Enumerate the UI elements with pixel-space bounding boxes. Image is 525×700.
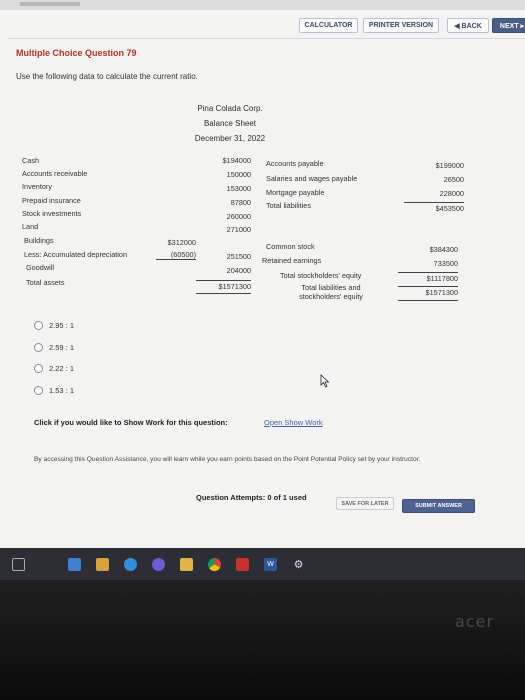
show-work-prompt: Click if you would like to Show Work for… xyxy=(34,418,228,427)
store-icon[interactable] xyxy=(96,558,109,571)
asset-label: Stock investments xyxy=(22,209,82,218)
equity-amount: 733500 xyxy=(433,259,458,268)
asset-amount: 87800 xyxy=(230,198,251,207)
calculator-button[interactable]: CALCULATOR xyxy=(299,18,358,33)
asset-label: Goodwill xyxy=(26,263,54,272)
open-show-work-link[interactable]: Open Show Work xyxy=(264,418,323,427)
equity-label: Common stock xyxy=(266,242,315,251)
assistance-note: By accessing this Question Assistance, y… xyxy=(34,456,421,463)
file-explorer-icon[interactable] xyxy=(68,558,81,571)
back-button[interactable]: ◀ BACK xyxy=(447,18,489,33)
equity-label: Total stockholders' equity xyxy=(280,271,362,280)
radio-button[interactable] xyxy=(34,321,43,330)
start-icon[interactable] xyxy=(12,558,25,571)
divider xyxy=(8,38,525,39)
question-attempts: Question Attempts: 0 of 1 used xyxy=(196,493,307,502)
word-icon[interactable]: W xyxy=(264,558,277,571)
asset-label: Land xyxy=(22,222,39,231)
radio-button[interactable] xyxy=(34,364,43,373)
asset-amount: 251500 xyxy=(226,252,251,261)
edge-icon[interactable] xyxy=(124,558,137,571)
asset-amount: 271000 xyxy=(226,225,251,234)
company-name: Pina Colada Corp. xyxy=(197,104,263,113)
equity-amount: $384300 xyxy=(429,245,458,254)
equity-label: Retained earnings xyxy=(262,256,322,265)
liability-amount: $199000 xyxy=(435,161,464,170)
accumulated-depreciation: (60500) xyxy=(156,250,196,260)
liability-amount: 26500 xyxy=(443,175,464,184)
asset-amount: 260000 xyxy=(226,212,251,221)
liability-label: Accounts payable xyxy=(266,159,324,168)
media-icon[interactable] xyxy=(152,558,165,571)
liability-label: Total liabilities xyxy=(266,201,312,210)
acer-logo: acer xyxy=(455,612,495,631)
question-prompt: Use the following data to calculate the … xyxy=(16,72,198,81)
statement-name: Balance Sheet xyxy=(203,119,257,128)
browser-screen: CALCULATOR PRINTER VERSION ◀ BACK NEXT ▸… xyxy=(0,0,525,548)
radio-button[interactable] xyxy=(34,343,43,352)
next-button[interactable]: NEXT ▸ xyxy=(492,18,525,33)
double-rule xyxy=(196,293,251,294)
liability-label: Mortgage payable xyxy=(266,188,325,197)
top-progress xyxy=(20,2,80,6)
buildings-cost: $312000 xyxy=(167,238,196,247)
asset-label: Total assets xyxy=(26,278,65,287)
mouse-cursor-icon xyxy=(320,374,330,388)
double-rule xyxy=(398,300,458,301)
answer-option[interactable]: 1.53 : 1 xyxy=(34,386,74,395)
equity-label: stockholders' equity xyxy=(299,292,363,301)
total-assets-amount: $1571300 xyxy=(196,280,251,291)
chrome-icon[interactable] xyxy=(208,558,221,571)
asset-label: Prepaid insurance xyxy=(22,196,81,205)
liability-amount: 228000 xyxy=(439,189,464,198)
asset-amount: 153000 xyxy=(226,184,251,193)
total-liabilities-amount: $453500 xyxy=(404,202,464,213)
answer-option[interactable]: 2.22 : 1 xyxy=(34,364,74,373)
answer-option[interactable]: 2.59 : 1 xyxy=(34,343,74,352)
option-label: 2.95 : 1 xyxy=(49,321,75,330)
radio-button[interactable] xyxy=(34,386,43,395)
total-equity-amount: $1117800 xyxy=(398,272,458,283)
taskbar: W ⚙ xyxy=(0,548,525,580)
answer-option[interactable]: 2.95 : 1 xyxy=(34,321,74,330)
liability-label: Salaries and wages payable xyxy=(266,174,358,183)
question-title: Multiple Choice Question 79 xyxy=(16,48,137,58)
asset-label: Accounts receivable xyxy=(22,169,88,178)
asset-amount: 150000 xyxy=(226,170,251,179)
submit-answer-button[interactable]: SUBMIT ANSWER xyxy=(402,499,475,513)
statement-date: December 31, 2022 xyxy=(194,134,266,143)
asset-amount: $194000 xyxy=(222,156,251,165)
asset-label: Buildings xyxy=(24,236,54,245)
top-strip xyxy=(0,0,525,10)
asset-label: Less: Accumulated depreciation xyxy=(24,250,128,259)
asset-label: Cash xyxy=(22,156,40,165)
asset-amount: 204000 xyxy=(226,266,251,275)
total-liabilities-equity-amount: $1571300 xyxy=(398,286,458,297)
laptop-bezel xyxy=(0,580,525,700)
asset-label: Inventory xyxy=(22,182,53,191)
option-label: 2.59 : 1 xyxy=(49,343,75,352)
settings-icon[interactable]: ⚙ xyxy=(292,558,305,571)
printer-version-button[interactable]: PRINTER VERSION xyxy=(363,18,439,33)
option-label: 1.53 : 1 xyxy=(49,386,75,395)
option-label: 2.22 : 1 xyxy=(49,364,75,373)
save-for-later-button[interactable]: SAVE FOR LATER xyxy=(336,497,394,510)
pdf-icon[interactable] xyxy=(236,558,249,571)
equity-label: Total liabilities and xyxy=(301,283,361,292)
folder-icon[interactable] xyxy=(180,558,193,571)
